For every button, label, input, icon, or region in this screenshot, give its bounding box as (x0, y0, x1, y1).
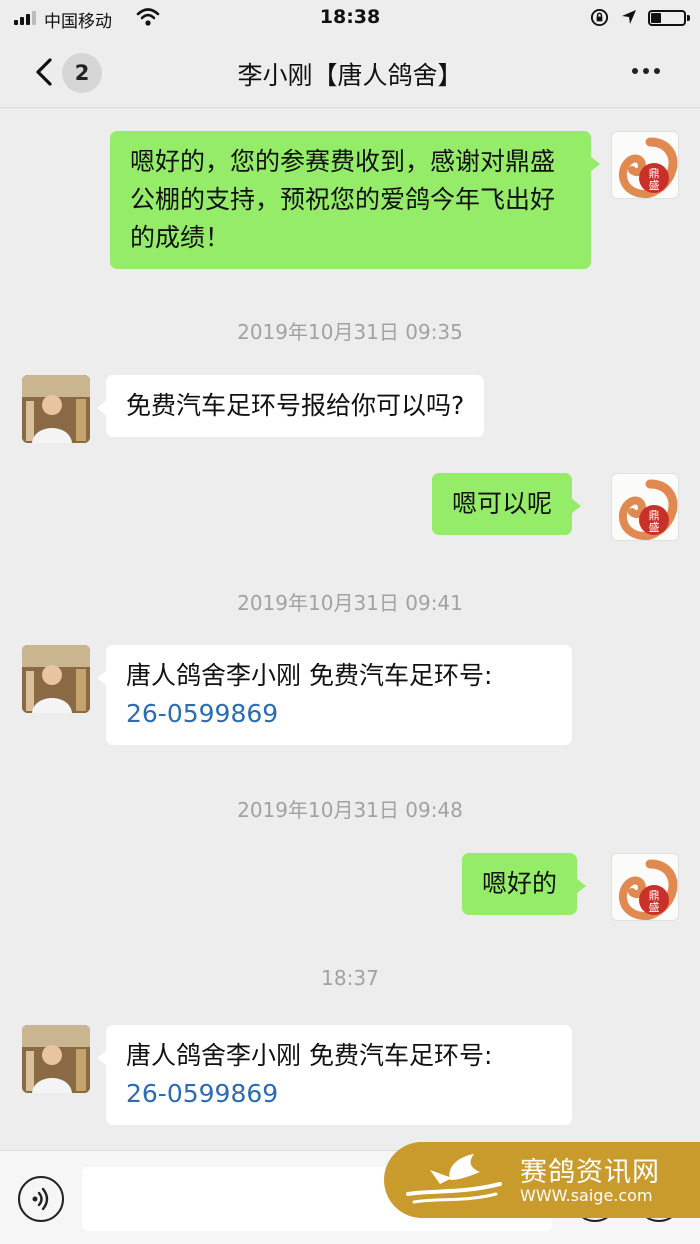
dingsheng-logo-icon: 鼎 盛 (618, 137, 678, 198)
chat-title: 李小刚【唐人鸽舍】 (237, 61, 463, 90)
timestamp: 2019年10月31日 09:48 (237, 798, 463, 822)
watermark-banner: 赛鸽资讯网 WWW.saige.com (384, 1142, 700, 1218)
message-bubble-incoming[interactable]: 免费汽车足环号报给你可以吗? (96, 375, 485, 437)
status-bar: 中国移动 18:38 (0, 0, 700, 36)
my-avatar[interactable]: 鼎 盛 (611, 853, 679, 921)
contact-photo (22, 645, 90, 713)
voice-input-button[interactable] (18, 1176, 64, 1222)
message-text: 唐人鸽舍李小刚 免费汽车足环号: (126, 661, 493, 690)
timestamp: 2019年10月31日 09:41 (237, 591, 463, 615)
svg-text:盛: 盛 (649, 520, 660, 534)
watermark-url: WWW.saige.com (520, 1186, 653, 1205)
message-text: 嗯可以呢 (452, 489, 553, 518)
timestamp: 18:37 (321, 966, 379, 990)
svg-text:盛: 盛 (649, 900, 660, 914)
contact-photo (22, 1025, 90, 1093)
contact-photo (22, 375, 90, 443)
my-avatar[interactable]: 鼎 盛 (611, 131, 679, 199)
message-bubble-outgoing[interactable]: 嗯可以呢 (432, 473, 582, 535)
voice-icon (32, 1187, 49, 1211)
message-bubble-outgoing[interactable]: 嗯好的 (462, 853, 587, 915)
message-bubble-incoming[interactable]: 唐人鸽舍李小刚 免费汽车足环号: 26-0599869 (97, 645, 572, 745)
my-avatar[interactable]: 鼎 盛 (611, 473, 679, 541)
message-text: 嗯好的，您的参赛费收到，感谢对鼎盛公棚的支持，预祝您的爱鸽今年飞出好的成绩！ (130, 147, 556, 252)
watermark-site-name: 赛鸽资讯网 (520, 1157, 660, 1188)
ring-number-link[interactable]: 26-0599869 (126, 1075, 552, 1113)
dingsheng-logo-icon: 鼎 盛 (618, 479, 678, 540)
message-bubble-incoming[interactable]: 唐人鸽舍李小刚 免费汽车足环号: 26-0599869 (97, 1025, 572, 1125)
ring-number-link[interactable]: 26-0599869 (126, 695, 552, 733)
message-text: 嗯好的 (482, 869, 558, 898)
message-text: 唐人鸽舍李小刚 免费汽车足环号: (126, 1041, 493, 1070)
svg-text:盛: 盛 (649, 178, 660, 192)
timestamp: 2019年10月31日 09:35 (237, 320, 463, 344)
chat-header: 2 李小刚【唐人鸽舍】 (0, 36, 700, 108)
message-text: 免费汽车足环号报给你可以吗? (126, 391, 465, 420)
dingsheng-logo-icon: 鼎 盛 (618, 859, 678, 920)
rotation-lock-icon (590, 8, 609, 27)
contact-avatar[interactable] (22, 1025, 90, 1093)
more-options-icon[interactable] (626, 66, 666, 76)
location-icon (622, 10, 636, 24)
contact-avatar[interactable] (22, 645, 90, 713)
contact-avatar[interactable] (22, 375, 90, 443)
pigeon-logo-icon (406, 1154, 502, 1204)
battery-icon (648, 10, 690, 26)
message-bubble-outgoing[interactable]: 嗯好的，您的参赛费收到，感谢对鼎盛公棚的支持，预祝您的爱鸽今年飞出好的成绩！ (110, 131, 600, 269)
